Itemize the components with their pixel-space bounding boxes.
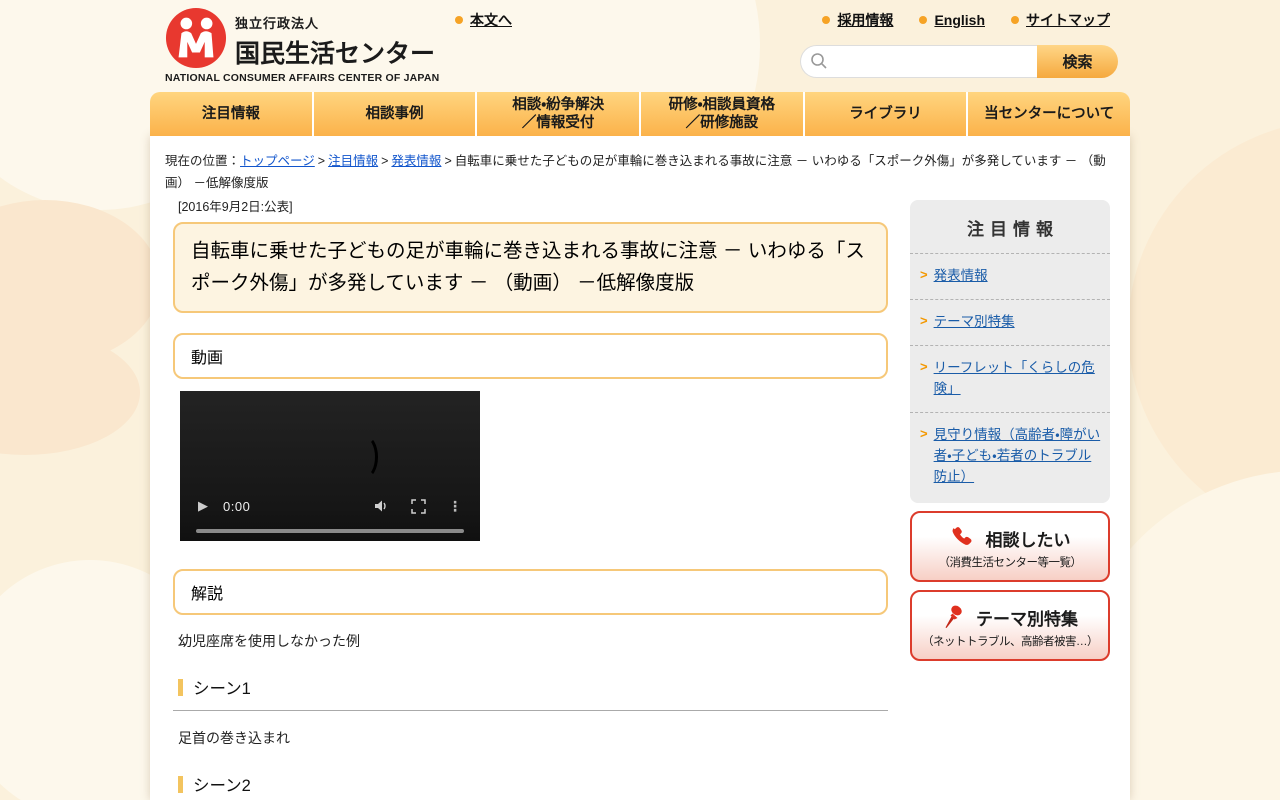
sidebar-item-theme-features[interactable]: > テーマ別特集 [910,298,1110,345]
theme-button-subtitle: （ネットトラブル、高齢者被害…） [922,636,1099,649]
video-progress-bar[interactable] [196,529,464,534]
nav-tab-consultation-cases[interactable]: 相談事例 [314,92,478,136]
breadcrumb-link-featured[interactable]: 注目情報 [328,154,378,168]
theme-features-button[interactable]: テーマ別特集 （ネットトラブル、高齢者被害…） [910,590,1110,662]
nav-tab-label: 相談事例 [365,105,424,122]
logo-mark-icon [165,7,227,69]
search-bar: 検索 [800,45,1118,78]
video-controls: ▶ 0:00 ⋮ [180,493,480,519]
chevron-right-icon: > [920,358,928,374]
nav-tab-library[interactable]: ライブラリ [805,92,969,136]
chevron-right-icon: > [920,425,928,441]
pushpin-icon [942,604,966,630]
page-title: 自転車に乗せた子どもの足が車輪に巻き込まれる事故に注意 － いわゆる「スポーク外… [173,222,888,314]
publication-date: [2016年9月2日:公表] [178,200,293,214]
sidebar-link-leaflet[interactable]: リーフレット「くらしの危険」 [934,358,1102,400]
sidebar-item-watch-info[interactable]: > 見守り情報（高齢者・障がい者・子ども・若者のトラブル防止） [910,411,1110,500]
breadcrumb-separator: > [444,154,452,168]
bg-decoration-circle [0,330,140,455]
site-header: 独立行政法人 国民生活センター NATIONAL CONSUMER AFFAIR… [0,0,1280,92]
header-utility-links: 採用情報 English サイトマップ [822,10,1110,30]
breadcrumb-separator: > [381,154,389,168]
sidebar-title: 注目情報 [967,220,1059,239]
nav-tab-label: 相談・紛争解決 [512,96,605,113]
site-logo[interactable]: 独立行政法人 国民生活センター NATIONAL CONSUMER AFFAIR… [165,7,445,84]
chevron-right-icon: > [920,312,928,328]
breadcrumb-link-announcements[interactable]: 発表情報 [391,154,441,168]
search-icon [811,53,827,69]
sidebar-item-announcements[interactable]: > 発表情報 [910,253,1110,299]
section-heading-video: 動画 [173,333,888,380]
nav-tab-label: 当センターについて [984,105,1115,122]
fullscreen-icon [411,498,426,514]
volume-icon [375,500,386,512]
play-button[interactable]: ▶ [198,498,208,514]
search-input[interactable] [800,45,1037,78]
consult-button-subtitle: （消費生活センター等一覧） [938,557,1083,570]
nav-tab-dispute-resolution[interactable]: 相談・紛争解決 ／情報受付 [477,92,642,136]
bullet-icon [919,16,928,24]
sidebar-link-watch-info[interactable]: 見守り情報（高齢者・障がい者・子ども・若者のトラブル防止） [934,425,1102,488]
breadcrumb-link-top[interactable]: トップページ [240,154,315,168]
english-link[interactable]: English [919,10,985,30]
skip-to-content-link[interactable]: 本文へ [455,10,512,30]
bullet-icon [455,16,463,24]
logo-text-en: NATIONAL CONSUMER AFFAIRS CENTER OF JAPA… [165,72,440,84]
logo-text-small: 独立行政法人 [235,16,320,31]
video-time: 0:00 [223,498,251,514]
main-column: [2016年9月2日:公表] 自転車に乗せた子どもの足が車輪に巻き込まれる事故に… [173,196,888,800]
scene-2-heading: シーン2 [173,772,888,800]
nav-tab-label: 研修・相談員資格 [668,96,776,113]
nav-tab-about-center[interactable]: 当センターについて [968,92,1130,136]
scene-1-text: 足首の巻き込まれ [178,730,290,747]
scene-marker-icon [178,775,183,793]
sidebar-item-leaflet[interactable]: > リーフレット「くらしの危険」 [910,344,1110,412]
commentary-intro: 幼児座席を使用しなかった例 [178,633,360,650]
loading-spinner-icon [352,435,378,480]
chevron-right-icon: > [920,267,928,282]
sidebar-link-announcements[interactable]: 発表情報 [934,266,988,287]
sidebar-featured-info-box: 注目情報 > 発表情報 > テーマ別特集 > リーフレット「くらしの危険」 > … [910,200,1110,504]
theme-button-title: テーマ別特集 [976,609,1078,629]
scene-marker-icon [178,678,183,696]
nav-tab-featured-info[interactable]: 注目情報 [150,92,314,136]
bullet-icon [822,16,831,24]
scene-2-label: シーン2 [193,777,251,796]
search-button[interactable]: 検索 [1037,45,1118,78]
recruit-link-label[interactable]: 採用情報 [837,10,893,30]
nav-tab-label: ／情報受付 [521,115,595,131]
breadcrumb-prefix: 現在の位置： [165,154,241,168]
skip-link-label[interactable]: 本文へ [470,10,512,30]
recruit-link[interactable]: 採用情報 [822,10,893,30]
sidebar-link-theme-features[interactable]: テーマ別特集 [934,312,1015,333]
nav-tab-label: ライブラリ [849,105,922,122]
breadcrumb-separator: > [317,154,326,168]
sidebar: 注目情報 > 発表情報 > テーマ別特集 > リーフレット「くらしの危険」 > … [910,200,1110,662]
fullscreen-button[interactable] [411,498,426,514]
sitemap-link[interactable]: サイトマップ [1011,10,1110,30]
consult-button-title: 相談したい [985,530,1071,550]
more-options-button[interactable]: ⋮ [448,498,462,515]
consult-button[interactable]: 相談したい （消費生活センター等一覧） [910,511,1110,583]
mute-button[interactable] [373,498,389,514]
main-navigation: 注目情報 相談事例 相談・紛争解決 ／情報受付 研修・相談員資格 ／研修施設 ラ… [150,92,1130,136]
sitemap-link-label[interactable]: サイトマップ [1026,10,1110,30]
nav-tab-label: ／研修施設 [685,115,759,131]
content-area: 現在の位置：トップページ > 注目情報 > 発表情報 > 自転車に乗せた子どもの足が車輪に巻… [150,136,1130,800]
scene-1-heading: シーン1 [173,675,888,712]
english-link-label[interactable]: English [934,12,985,28]
bullet-icon [1011,16,1019,24]
nav-tab-training[interactable]: 研修・相談員資格 ／研修施設 [641,92,805,136]
nav-tab-label: 注目情報 [201,105,260,122]
breadcrumb: 現在の位置：トップページ > 注目情報 > 発表情報 > 自転車に乗せた子どもの足が車輪に巻… [150,136,1125,195]
scene-1-label: シーン1 [193,680,251,699]
phone-icon [950,525,976,551]
video-player[interactable]: ▶ 0:00 ⋮ [180,391,480,542]
logo-text-big: 国民生活センター [235,40,436,68]
section-heading-commentary: 解説 [173,569,888,616]
